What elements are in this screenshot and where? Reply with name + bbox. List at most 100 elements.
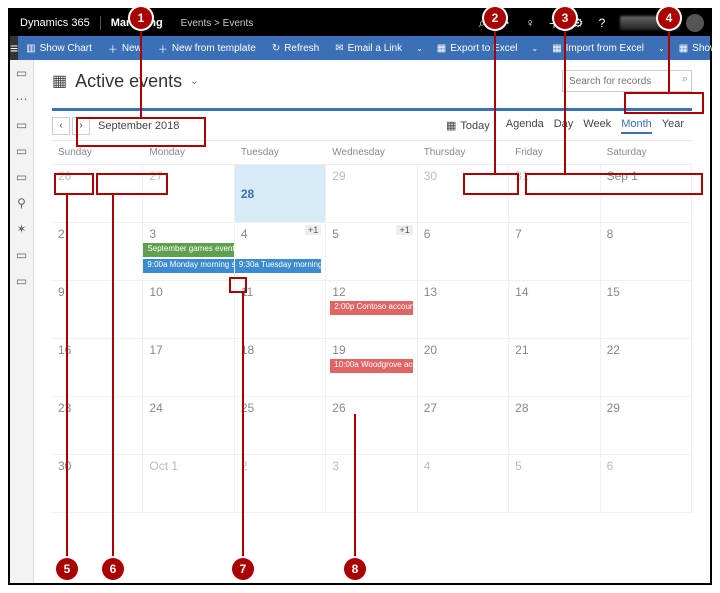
rail-recent-icon[interactable]: ▭: [16, 66, 27, 80]
day-cell[interactable]: 19 10:00a Woodgrove account …: [326, 339, 417, 397]
search-input[interactable]: [562, 70, 692, 92]
more-indicator[interactable]: +1: [396, 225, 412, 235]
breadcrumb[interactable]: Events > Events: [173, 18, 262, 29]
next-button[interactable]: ›: [72, 117, 90, 135]
view-agenda[interactable]: Agenda: [506, 118, 544, 134]
rail-item-icon[interactable]: ▭: [16, 248, 27, 262]
rail-item-icon[interactable]: ✶: [16, 222, 26, 236]
day-cell[interactable]: 20: [418, 339, 509, 397]
global-nav: Dynamics 365 Marketing Events > Events ⌕…: [10, 10, 710, 36]
day-cell[interactable]: 5+1: [326, 223, 417, 281]
annotation-badge: 4: [658, 7, 680, 29]
dayhead-wed: Wednesday: [326, 141, 417, 164]
search-icon[interactable]: ⌕: [682, 73, 688, 86]
rail-more-icon[interactable]: ⋯: [16, 92, 28, 106]
annotation-line: [66, 195, 68, 559]
chevron-down-icon[interactable]: ⌄: [526, 44, 545, 53]
dayhead-fri: Friday: [509, 141, 600, 164]
day-cell[interactable]: 6: [601, 455, 692, 513]
new-from-template-button[interactable]: ＋New from template: [150, 36, 264, 60]
event-bar[interactable]: September games event: [143, 243, 234, 257]
event-bar[interactable]: 10:00a Woodgrove account …: [330, 359, 412, 373]
crumb-root[interactable]: Events: [181, 18, 212, 29]
current-period-label[interactable]: September 2018: [98, 120, 179, 132]
calendar-toolbar: ‹ › September 2018 ▦Today Agenda Day Wee…: [52, 111, 692, 141]
annotation-line: [112, 195, 114, 559]
prev-button[interactable]: ‹: [52, 117, 70, 135]
rail-item-icon[interactable]: ▭: [16, 144, 27, 158]
day-cell[interactable]: Oct 1: [143, 455, 234, 513]
day-cell[interactable]: 27: [418, 397, 509, 455]
day-cell[interactable]: 6: [418, 223, 509, 281]
crumb-sep: >: [214, 18, 220, 29]
show-chart-button[interactable]: ▥Show Chart: [18, 36, 100, 60]
day-cell[interactable]: 4+1 9:30a Tuesday morning ses…: [235, 223, 326, 281]
refresh-icon: ↻: [272, 43, 280, 54]
day-cell[interactable]: 3 September games event 9:00a Monday mor…: [143, 223, 234, 281]
view-year[interactable]: Year: [662, 118, 684, 134]
day-cell[interactable]: 4: [418, 455, 509, 513]
day-cell[interactable]: 15: [601, 281, 692, 339]
day-cell[interactable]: 22: [601, 339, 692, 397]
view-month[interactable]: Month: [621, 118, 652, 134]
annotation-line: [494, 28, 496, 174]
day-cell[interactable]: 25: [235, 397, 326, 455]
help-icon[interactable]: ?: [590, 16, 614, 30]
rail-item-icon[interactable]: ▭: [16, 170, 27, 184]
crumb-leaf[interactable]: Events: [223, 18, 254, 29]
day-cell[interactable]: 24: [143, 397, 234, 455]
rail-item-icon[interactable]: ▭: [16, 274, 27, 288]
assistant-icon[interactable]: ♀: [518, 16, 542, 30]
show-as-button[interactable]: ▦Show As⌄: [671, 36, 720, 60]
day-cell[interactable]: 10: [143, 281, 234, 339]
mail-icon: ✉: [335, 43, 343, 54]
refresh-button[interactable]: ↻Refresh: [264, 36, 327, 60]
dayhead-sat: Saturday: [601, 141, 692, 164]
day-cell[interactable]: 29: [326, 165, 417, 223]
day-cell[interactable]: 14: [509, 281, 600, 339]
view-selector[interactable]: ▦ Active events ⌄: [52, 71, 199, 92]
avatar[interactable]: [686, 14, 704, 32]
dayhead-sun: Sunday: [52, 141, 143, 164]
chevron-down-icon[interactable]: ⌄: [410, 44, 429, 53]
new-button[interactable]: ＋New: [100, 36, 150, 60]
day-cell[interactable]: 31: [509, 165, 600, 223]
day-cell[interactable]: 21: [509, 339, 600, 397]
event-bar[interactable]: 2:00p Contoso account revi…: [330, 301, 412, 315]
sitemap-toggle[interactable]: ≡: [10, 36, 18, 60]
event-bar[interactable]: 9:00a Monday morning ses…: [143, 259, 234, 273]
product-brand[interactable]: Dynamics 365: [10, 17, 100, 29]
event-bar[interactable]: 9:30a Tuesday morning ses…: [235, 259, 321, 273]
day-cell[interactable]: 28: [509, 397, 600, 455]
rail-item-icon[interactable]: ⚲: [17, 196, 26, 210]
day-cell[interactable]: 3: [326, 455, 417, 513]
annotation-badge: 6: [102, 558, 124, 580]
export-excel-button[interactable]: ▦Export to Excel: [429, 36, 526, 60]
day-cell[interactable]: 18: [235, 339, 326, 397]
grid-icon: ▦: [679, 43, 688, 54]
day-cell[interactable]: 8: [601, 223, 692, 281]
day-cell[interactable]: 11: [235, 281, 326, 339]
day-cell[interactable]: 5: [509, 455, 600, 513]
annotation-line: [354, 414, 356, 559]
email-link-button[interactable]: ✉Email a Link: [327, 36, 410, 60]
day-cell[interactable]: 2: [235, 455, 326, 513]
rail-item-icon[interactable]: ▭: [16, 118, 27, 132]
day-cell[interactable]: Sep 1: [601, 165, 692, 223]
view-week[interactable]: Week: [583, 118, 611, 134]
annotation-badge: 3: [554, 7, 576, 29]
more-indicator[interactable]: +1: [305, 225, 321, 235]
day-cell[interactable]: 7: [509, 223, 600, 281]
calendar-icon: ▦: [446, 119, 456, 132]
import-excel-button[interactable]: ▦Import from Excel: [544, 36, 652, 60]
calendar: ‹ › September 2018 ▦Today Agenda Day Wee…: [52, 108, 692, 513]
day-cell[interactable]: 29: [601, 397, 692, 455]
day-cell[interactable]: 26: [326, 397, 417, 455]
day-cell[interactable]: 17: [143, 339, 234, 397]
day-cell-today[interactable]: 28: [235, 165, 326, 223]
left-rail: ▭ ⋯ ▭ ▭ ▭ ⚲ ✶ ▭ ▭: [10, 60, 34, 583]
today-button[interactable]: ▦Today: [438, 119, 498, 132]
day-cell[interactable]: 13: [418, 281, 509, 339]
day-cell[interactable]: 12 2:00p Contoso account revi…: [326, 281, 417, 339]
day-cell[interactable]: 27: [143, 165, 234, 223]
